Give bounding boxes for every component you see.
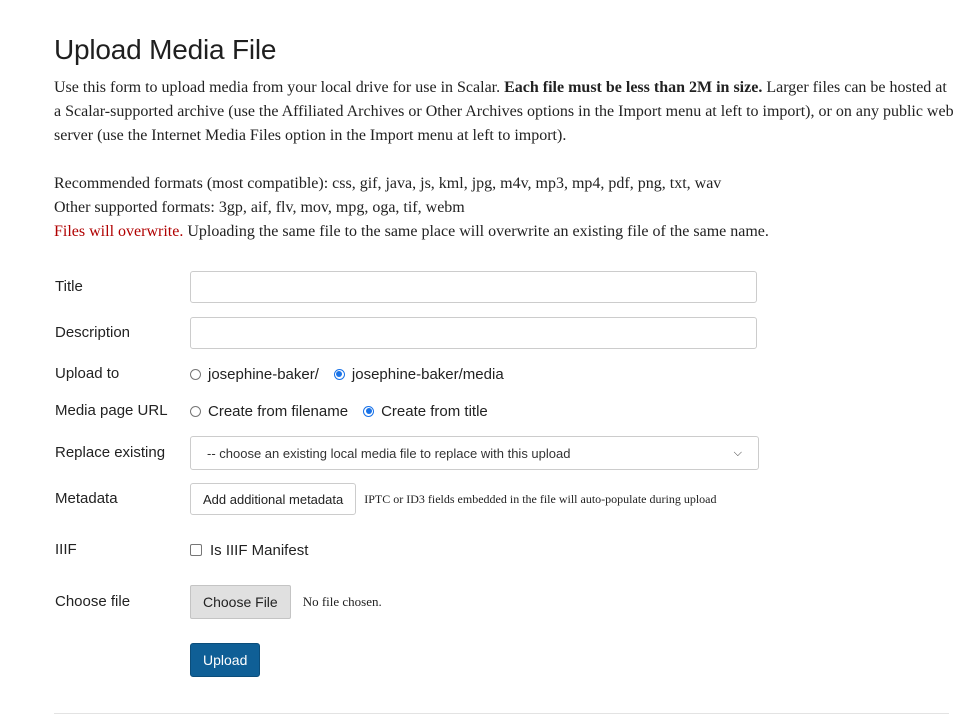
radio-button-selected[interactable] xyxy=(333,368,345,380)
title-input[interactable] xyxy=(190,271,757,303)
choose-file-button[interactable]: Choose File xyxy=(190,585,291,619)
radio-button-selected[interactable] xyxy=(363,405,375,417)
iiif-label: IIIF xyxy=(55,541,77,558)
title-row: Title xyxy=(54,270,954,304)
iiif-manifest-checkbox-label[interactable]: Is IIIF Manifest xyxy=(210,542,308,559)
choose-file-row: Choose file Choose File No file chosen. xyxy=(54,585,954,619)
file-status-text: No file chosen. xyxy=(302,594,382,609)
chevron-down-icon: ⌵ xyxy=(733,446,742,459)
media-url-option-filename[interactable]: Create from filename xyxy=(190,403,348,420)
overwrite-warning: Files will overwrite. Uploading the same… xyxy=(54,220,954,244)
upload-row: Upload xyxy=(54,643,954,677)
replace-existing-label: Replace existing xyxy=(55,444,166,461)
other-formats: Other supported formats: 3gp, aif, flv, … xyxy=(54,199,465,216)
upload-to-option-root[interactable]: josephine-baker/ xyxy=(190,366,319,383)
media-url-label: Media page URL xyxy=(55,402,168,419)
recommended-formats: Recommended formats (most compatible): c… xyxy=(54,175,722,192)
metadata-label: Metadata xyxy=(55,490,118,507)
upload-to-row: Upload to josephine-baker/ josephine-bak… xyxy=(54,357,954,391)
upload-to-option-root-label: josephine-baker/ xyxy=(208,365,319,383)
intro-paragraph: Use this form to upload media from your … xyxy=(54,76,954,148)
divider xyxy=(54,713,949,714)
add-metadata-button[interactable]: Add additional metadata xyxy=(190,483,357,515)
media-url-row: Media page URL Create from filename Crea… xyxy=(54,394,954,428)
replace-existing-selected-value: -- choose an existing local media file t… xyxy=(207,445,571,461)
replace-existing-select[interactable]: -- choose an existing local media file t… xyxy=(190,436,759,470)
choose-file-label: Choose file xyxy=(55,593,131,610)
intro-size-limit: Each file must be less than 2M in size. xyxy=(504,79,763,96)
iiif-manifest-checkbox[interactable] xyxy=(190,544,202,556)
upload-to-label: Upload to xyxy=(55,365,120,382)
description-row: Description xyxy=(54,316,954,350)
upload-to-option-media-label: josephine-baker/media xyxy=(351,365,504,383)
media-url-option-title-label: Create from title xyxy=(381,402,488,420)
formats-block: Recommended formats (most compatible): c… xyxy=(54,172,954,244)
radio-button[interactable] xyxy=(190,368,201,380)
replace-existing-row: Replace existing -- choose an existing l… xyxy=(54,436,954,470)
description-label: Description xyxy=(55,324,131,341)
media-url-option-title[interactable]: Create from title xyxy=(363,403,488,420)
metadata-note: IPTC or ID3 fields embedded in the file … xyxy=(364,491,717,506)
metadata-row: Metadata Add additional metadata IPTC or… xyxy=(54,482,954,516)
upload-to-option-media[interactable]: josephine-baker/media xyxy=(333,365,504,383)
upload-button[interactable]: Upload xyxy=(190,643,261,677)
description-input[interactable] xyxy=(190,317,757,349)
iiif-row: IIIF Is IIIF Manifest xyxy=(54,533,954,567)
media-url-option-filename-label: Create from filename xyxy=(208,402,349,420)
page-title: Upload Media File xyxy=(54,34,277,65)
intro-text-start: Use this form to upload media from your … xyxy=(54,79,505,96)
title-label: Title xyxy=(55,278,83,295)
overwrite-warning-label: Files will overwrite. xyxy=(54,223,184,240)
overwrite-warning-text: Uploading the same file to the same plac… xyxy=(183,223,769,240)
radio-button[interactable] xyxy=(190,405,201,417)
